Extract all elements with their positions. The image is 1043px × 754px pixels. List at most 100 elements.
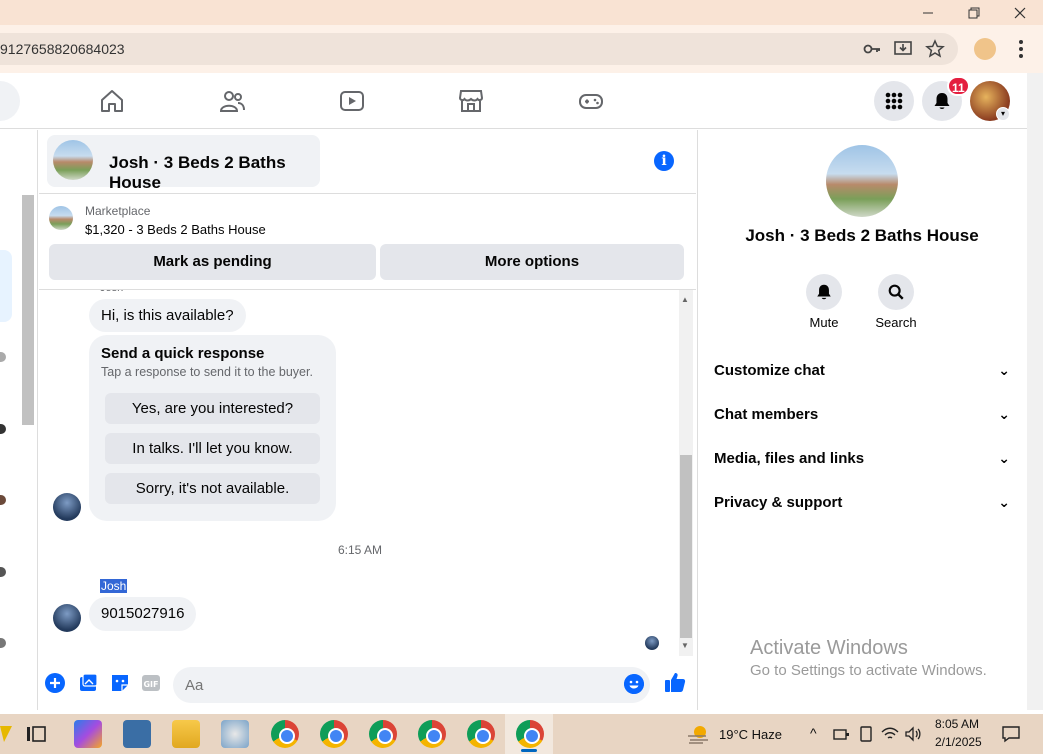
row-label: Chat members [714, 406, 819, 423]
quick-reply-button[interactable]: Yes, are you interested? [105, 393, 320, 424]
device-icon[interactable] [858, 726, 874, 742]
network-icon[interactable] [833, 726, 851, 742]
thread-scrollbar-thumb[interactable] [680, 455, 692, 638]
message-text: Hi, is this available? [101, 307, 234, 324]
photo-icon[interactable] [77, 672, 99, 694]
message-bubble[interactable]: 9015027916 [89, 597, 197, 631]
account-chevron-icon[interactable]: ▾ [996, 107, 1010, 121]
bell-icon [934, 93, 950, 109]
sender-avatar[interactable] [53, 604, 81, 632]
mark-pending-button[interactable]: Mark as pending [49, 244, 376, 280]
clock-date[interactable]: 2/1/2025 [935, 735, 982, 749]
facebook-nav [0, 73, 1027, 129]
emoji-icon[interactable] [624, 674, 644, 694]
video-icon[interactable] [338, 87, 366, 115]
chat-members-row[interactable]: Chat members ⌄ [714, 406, 1010, 430]
quick-response-card: Send a quick response Tap a response to … [89, 335, 336, 521]
listing-title[interactable]: $1,320 - 3 Beds 2 Baths House [85, 222, 266, 237]
chevron-up-icon[interactable]: ^ [810, 725, 817, 741]
mute-button[interactable] [806, 274, 842, 310]
chrome-icon[interactable] [271, 720, 299, 748]
chat-list-scrollbar[interactable] [22, 195, 34, 425]
notification-center-icon[interactable] [1001, 725, 1021, 743]
chrome-icon[interactable] [467, 720, 495, 748]
thumbs-up-icon[interactable] [664, 671, 686, 693]
quick-response-title: Send a quick response [101, 345, 265, 362]
clock-time[interactable]: 8:05 AM [935, 717, 979, 731]
chat-header: Josh · 3 Beds 2 Baths House [39, 130, 696, 194]
active-chat-highlight[interactable] [0, 250, 12, 322]
search-icon [888, 284, 904, 300]
panel-title: Josh · 3 Beds 2 Baths House [745, 226, 979, 245]
search-field[interactable] [0, 81, 20, 121]
plus-icon[interactable] [44, 672, 66, 694]
row-label: Customize chat [714, 362, 825, 379]
widgets-icon[interactable] [0, 720, 16, 748]
media-files-links-row[interactable]: Media, files and links ⌄ [714, 450, 1010, 474]
chrome-profile-avatar[interactable] [974, 38, 996, 60]
install-app-icon[interactable] [893, 39, 913, 59]
windows-taskbar: 19°C Haze ^ 8:05 AM 2/1/2025 [0, 714, 1043, 754]
listing-avatar-large[interactable] [826, 145, 898, 217]
page-scrollbar[interactable] [1027, 73, 1043, 710]
chevron-down-icon: ⌄ [998, 494, 1010, 510]
message-bubble[interactable]: Hi, is this available? [89, 299, 246, 332]
close-window-button[interactable] [997, 0, 1043, 25]
sticker-icon[interactable] [109, 672, 131, 694]
task-view-icon[interactable] [25, 724, 47, 744]
settings-app-icon[interactable] [123, 720, 151, 748]
chrome-icon[interactable] [369, 720, 397, 748]
scroll-down-icon[interactable]: ▼ [681, 641, 689, 650]
chat-header-profile[interactable]: Josh · 3 Beds 2 Baths House [47, 135, 320, 192]
chrome-icon[interactable] [320, 720, 348, 748]
gaming-icon[interactable] [577, 87, 605, 115]
mute-label: Mute [809, 315, 839, 330]
grid-icon [885, 92, 903, 110]
sender-avatar[interactable] [53, 493, 81, 521]
paint-app-icon[interactable] [221, 720, 249, 748]
wifi-icon[interactable] [881, 726, 899, 742]
weather-text[interactable]: 19°C Haze [719, 727, 782, 742]
quick-reply-button[interactable]: Sorry, it's not available. [105, 473, 320, 504]
menu-grid-button[interactable] [874, 81, 914, 121]
chevron-down-icon: ⌄ [998, 450, 1010, 466]
privacy-support-row[interactable]: Privacy & support ⌄ [714, 494, 1010, 518]
message-text: 9015027916 [101, 605, 185, 622]
browser-menu-icon[interactable] [1010, 36, 1032, 62]
quick-response-subtitle: Tap a response to send it to the buyer. [101, 365, 313, 379]
address-bar[interactable]: 9127658820684023 [0, 33, 958, 65]
read-receipt-avatar [645, 636, 659, 650]
window-titlebar [0, 0, 1043, 25]
chat-avatar [53, 140, 93, 180]
copilot-icon[interactable] [74, 720, 102, 748]
bookmark-star-icon[interactable] [925, 39, 945, 59]
volume-icon[interactable] [904, 726, 922, 742]
search-chat-button[interactable] [878, 274, 914, 310]
chrome-icon[interactable] [418, 720, 446, 748]
message-input[interactable] [173, 667, 650, 703]
more-options-button[interactable]: More options [380, 244, 684, 280]
scroll-up-icon[interactable]: ▲ [681, 295, 689, 304]
sender-name: Josh [100, 579, 128, 593]
file-explorer-icon[interactable] [172, 720, 200, 748]
friends-icon[interactable] [218, 87, 246, 115]
marketplace-icon[interactable] [457, 87, 485, 115]
weather-icon[interactable] [686, 723, 710, 745]
restore-icon [968, 7, 980, 18]
row-label: Media, files and links [714, 450, 865, 467]
chrome-icon[interactable] [516, 720, 544, 748]
url-text[interactable]: 9127658820684023 [0, 41, 125, 57]
restore-button[interactable] [951, 0, 997, 25]
listing-thumbnail[interactable] [49, 206, 73, 230]
activation-watermark-title: Activate Windows [750, 637, 908, 659]
gif-icon[interactable]: GIF [140, 672, 162, 694]
marketplace-label: Marketplace [85, 204, 151, 218]
row-label: Privacy & support [714, 494, 843, 511]
minimize-icon [923, 12, 933, 13]
home-icon[interactable] [98, 87, 126, 115]
quick-reply-button[interactable]: In talks. I'll let you know. [105, 433, 320, 464]
password-key-icon[interactable] [862, 39, 882, 59]
minimize-button[interactable] [905, 0, 951, 25]
info-icon[interactable]: i [654, 151, 674, 171]
customize-chat-row[interactable]: Customize chat ⌄ [714, 362, 1010, 386]
